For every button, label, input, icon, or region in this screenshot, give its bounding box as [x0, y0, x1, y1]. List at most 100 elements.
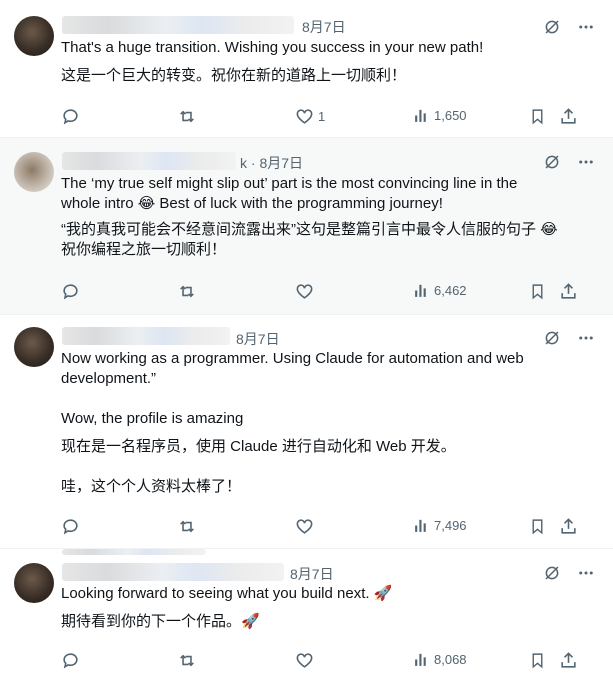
share-button[interactable]: [559, 517, 578, 536]
tweet-date[interactable]: k · 8月7日: [240, 153, 303, 173]
tweet-line: That's a huge transition. Wishing you su…: [61, 39, 484, 56]
tweet-text: Now working as a programmer. Using Claud…: [61, 349, 593, 497]
reply-tweet[interactable]: 8月7日 That's a huge transition. Wishing y…: [0, 0, 613, 138]
reply-icon: [63, 653, 78, 669]
more-icon[interactable]: [577, 329, 595, 347]
reply-button[interactable]: [61, 107, 80, 126]
reply-icon: [63, 109, 78, 125]
views-button[interactable]: 1,650: [413, 107, 467, 124]
repost-icon: [180, 520, 194, 533]
tweet-line-translation: 这是一个巨大的转变。祝你在新的道路上一切顺利！: [61, 67, 407, 84]
like-count: 1: [318, 109, 326, 124]
tweet-date[interactable]: 8月7日: [290, 564, 334, 584]
tweet-line-translation: 哇，这个个人资料太棒了！: [61, 478, 242, 495]
views-count: 6,462: [434, 283, 467, 298]
reply-button[interactable]: [61, 517, 80, 536]
views-icon: [415, 109, 426, 122]
like-button[interactable]: [295, 517, 318, 536]
repost-icon: [180, 285, 194, 298]
heart-icon: [296, 109, 313, 124]
views-button[interactable]: 8,068: [413, 651, 467, 668]
blurred-username: [62, 152, 236, 170]
repost-icon: [180, 654, 194, 667]
tweet-line: whole intro 😂 Best of luck with the prog…: [61, 195, 443, 212]
share-button[interactable]: [559, 107, 578, 126]
views-count: 8,068: [434, 652, 467, 667]
tweet-line: Now working as a programmer. Using Claud…: [61, 350, 524, 367]
blurred-header: [62, 549, 206, 555]
reply-button[interactable]: [61, 651, 80, 670]
action-bar: 7,496: [61, 517, 581, 537]
more-icon[interactable]: [577, 564, 595, 582]
blurred-username: [62, 327, 230, 345]
bookmark-button[interactable]: [529, 651, 546, 670]
bookmark-icon: [532, 653, 543, 669]
action-bar: 8,068: [61, 651, 581, 671]
views-count: 7,496: [434, 518, 467, 533]
share-icon: [561, 108, 576, 124]
share-icon: [561, 652, 576, 668]
tweet-line: Looking forward to seeing what you build…: [61, 585, 393, 602]
like-button[interactable]: [295, 651, 318, 670]
views-button[interactable]: 6,462: [413, 282, 467, 299]
avatar[interactable]: [14, 152, 54, 192]
repost-button[interactable]: [177, 282, 197, 301]
grok-icon[interactable]: [543, 153, 561, 171]
blurred-username: [62, 16, 294, 34]
tweet-text: The ‘my true self might slip out’ part i…: [61, 174, 593, 260]
tweet-line-translation: 期待看到你的下一个作品。🚀: [61, 613, 260, 630]
tweet-line: development.”: [61, 370, 157, 387]
grok-icon[interactable]: [543, 329, 561, 347]
share-button[interactable]: [559, 282, 578, 301]
reply-feed: 8月7日 That's a huge transition. Wishing y…: [0, 0, 613, 675]
tweet-date[interactable]: 8月7日: [236, 329, 280, 349]
repost-button[interactable]: [177, 107, 197, 126]
heart-icon: [296, 519, 313, 534]
reply-icon: [63, 519, 78, 535]
tweet-date[interactable]: 8月7日: [302, 17, 346, 37]
bookmark-icon: [532, 284, 543, 300]
action-bar: 1 1,650: [61, 107, 581, 127]
reply-button[interactable]: [61, 282, 80, 301]
repost-button[interactable]: [177, 517, 197, 536]
views-icon: [415, 284, 426, 297]
tweet-line-translation: “我的真我可能会不经意间流露出来”这句是整篇引言中最令人信服的句子 😂: [61, 221, 558, 238]
repost-button[interactable]: [177, 651, 197, 670]
bookmark-icon: [532, 109, 543, 125]
tweet-line-translation: 祝你编程之旅一切顺利！: [61, 241, 227, 258]
avatar[interactable]: [14, 16, 54, 56]
avatar[interactable]: [14, 563, 54, 603]
more-icon[interactable]: [577, 153, 595, 171]
bookmark-button[interactable]: [529, 107, 546, 126]
share-button[interactable]: [559, 651, 578, 670]
bookmark-icon: [532, 519, 543, 535]
views-count: 1,650: [434, 108, 467, 123]
heart-icon: [296, 653, 313, 668]
share-icon: [561, 518, 576, 534]
views-icon: [415, 519, 426, 532]
like-button[interactable]: 1: [295, 107, 325, 126]
reply-tweet[interactable]: k · 8月7日 The ‘my true self might slip ou…: [0, 138, 613, 315]
views-button[interactable]: 7,496: [413, 517, 467, 534]
tweet-text: That's a huge transition. Wishing you su…: [61, 38, 593, 86]
grok-icon[interactable]: [543, 564, 561, 582]
avatar[interactable]: [14, 327, 54, 367]
reply-icon: [63, 284, 78, 300]
blurred-username: [62, 563, 284, 581]
bookmark-button[interactable]: [529, 517, 546, 536]
views-icon: [415, 653, 426, 666]
tweet-line: Wow, the profile is amazing: [61, 410, 244, 427]
bookmark-button[interactable]: [529, 282, 546, 301]
heart-icon: [296, 284, 313, 299]
action-bar: 6,462: [61, 282, 581, 302]
reply-tweet[interactable]: 8月7日 Looking forward to seeing what you …: [0, 549, 613, 675]
repost-icon: [180, 110, 194, 123]
grok-icon[interactable]: [543, 18, 561, 36]
like-button[interactable]: [295, 282, 318, 301]
tweet-line-translation: 现在是一名程序员，使用 Claude 进行自动化和 Web 开发。: [61, 438, 456, 455]
more-icon[interactable]: [577, 18, 595, 36]
tweet-text: Looking forward to seeing what you build…: [61, 584, 593, 632]
tweet-line: The ‘my true self might slip out’ part i…: [61, 175, 518, 192]
reply-tweet[interactable]: 8月7日 Now working as a programmer. Using …: [0, 315, 613, 549]
share-icon: [561, 283, 576, 299]
